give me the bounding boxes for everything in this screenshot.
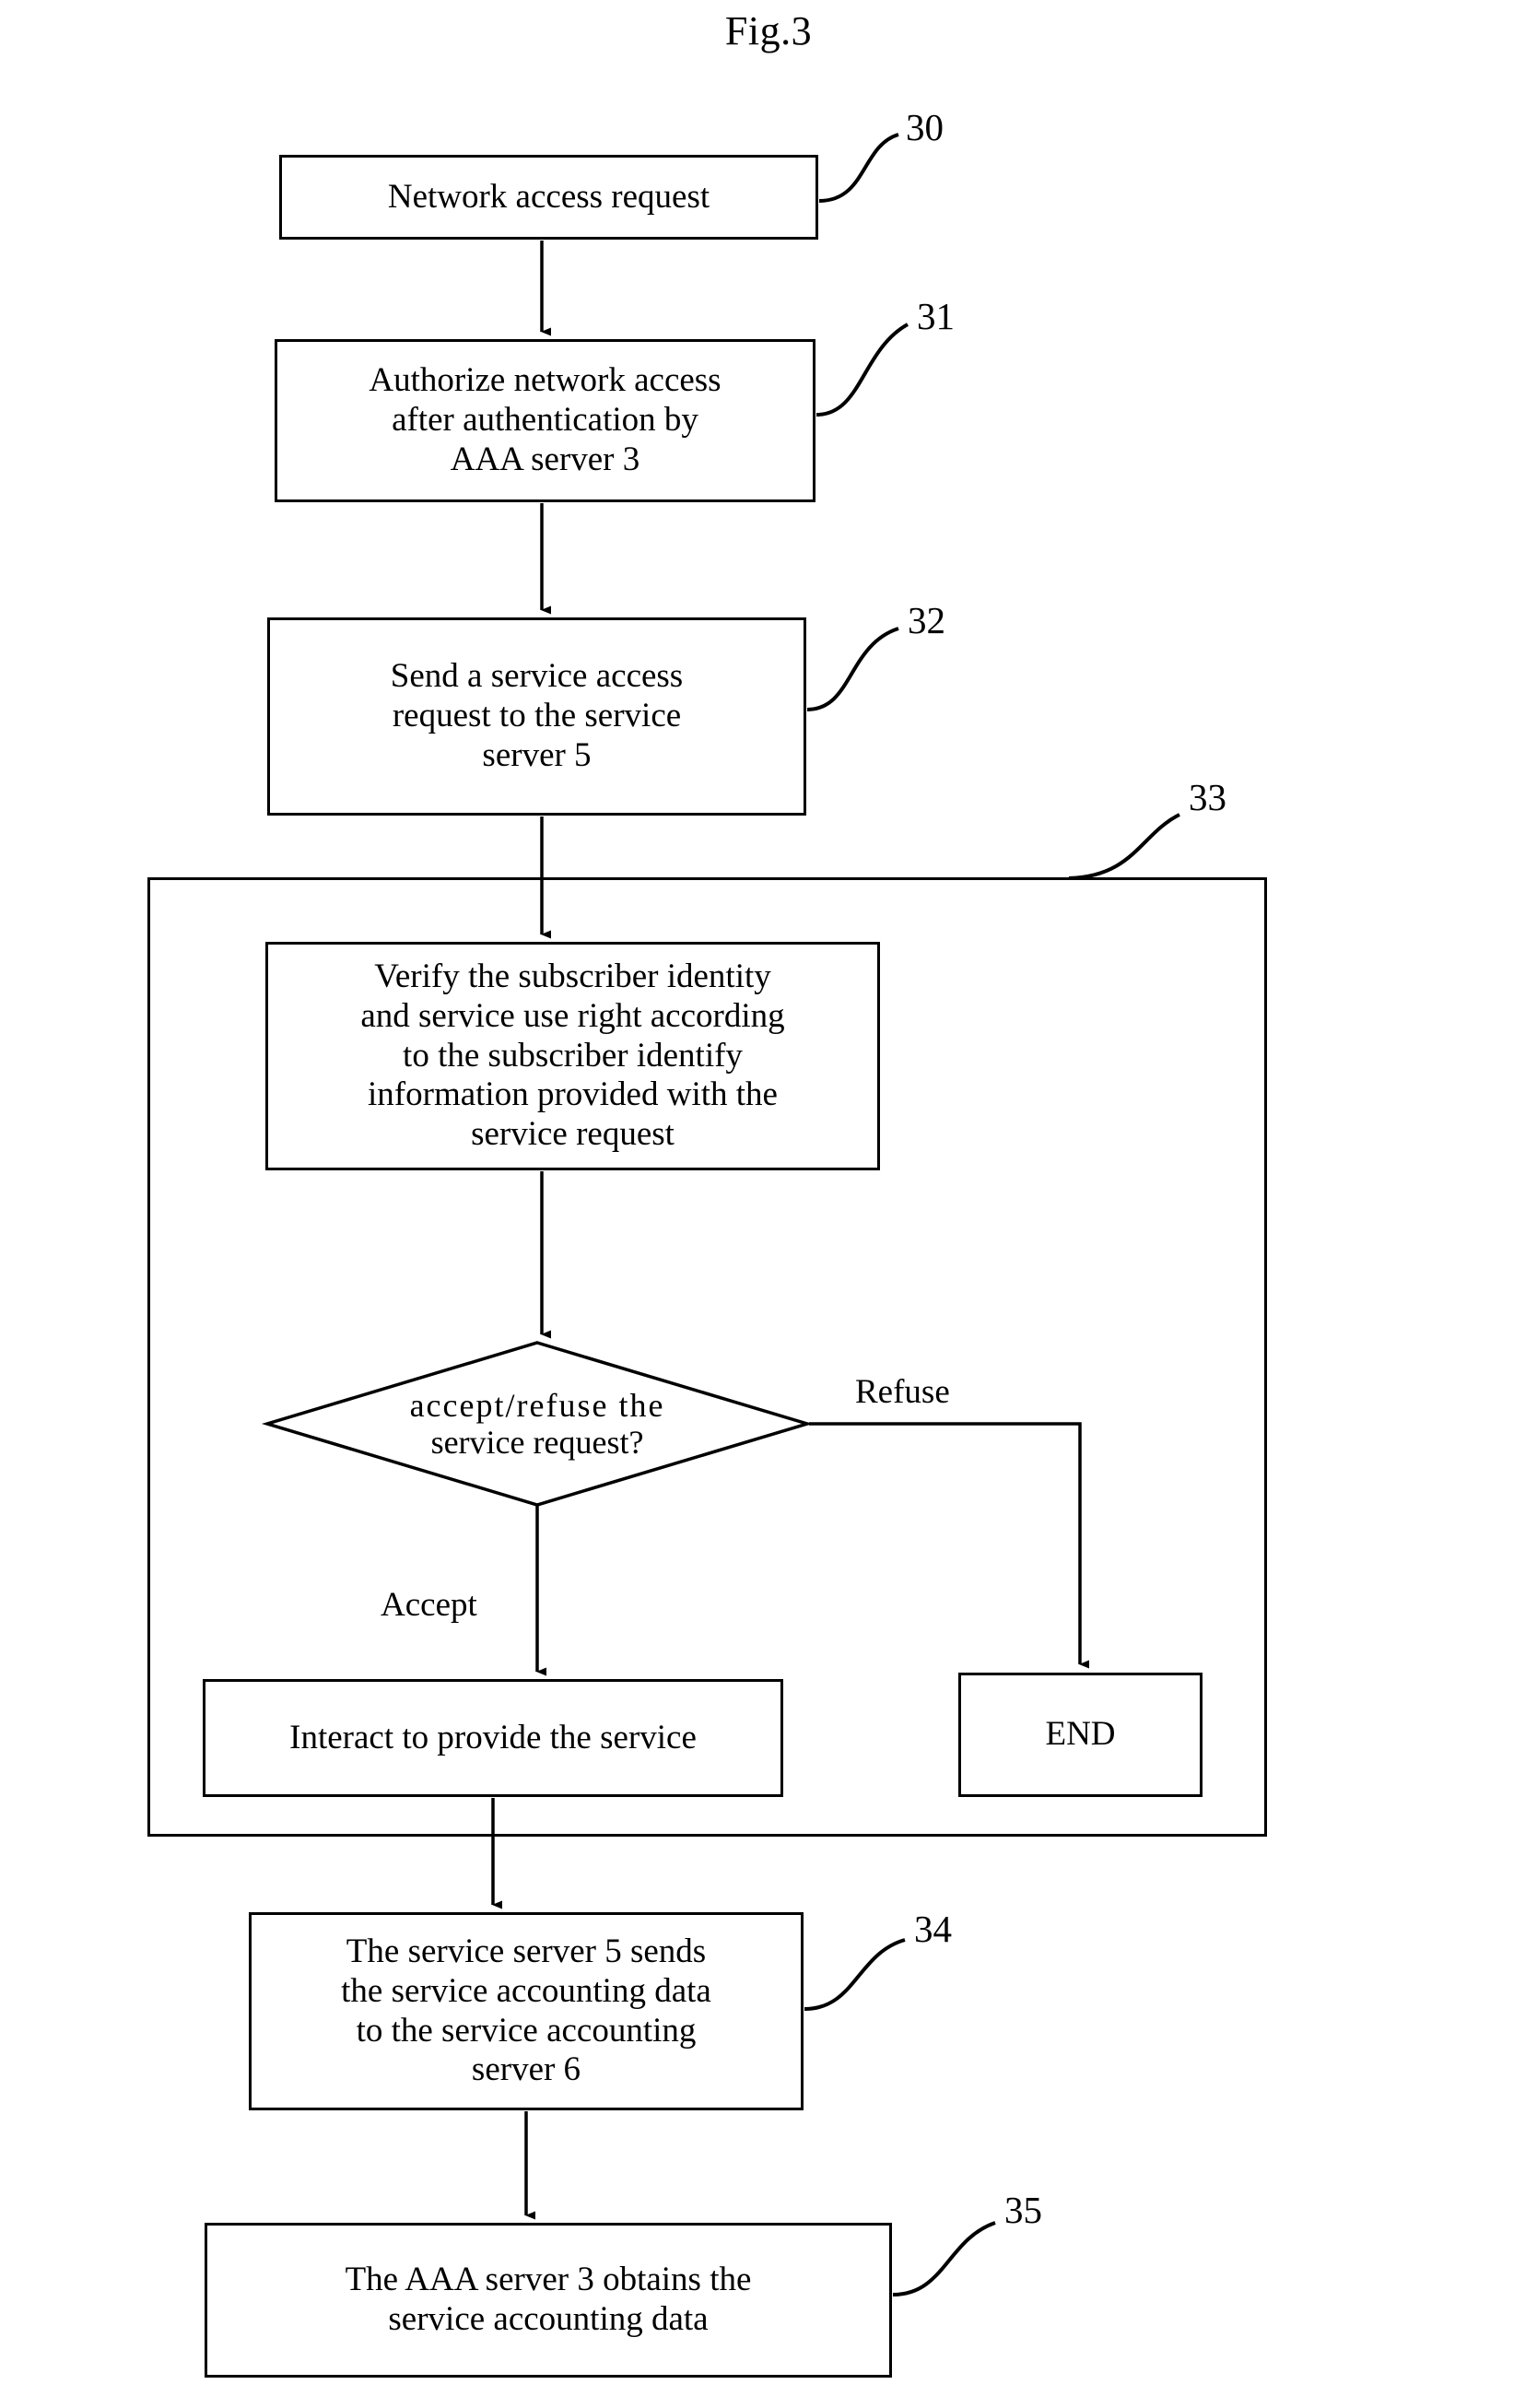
node-line: service request: [471, 1115, 675, 1154]
node-network-access-request: Network access request: [279, 155, 818, 240]
reference-numeral-35: 35: [1004, 2189, 1042, 2231]
node-line: to the subscriber identify: [403, 1036, 743, 1075]
leader-line-31: [815, 323, 909, 417]
node-line: Authorize network access: [369, 361, 722, 400]
reference-numeral-31: 31: [917, 295, 955, 337]
node-line: Interact to provide the service: [289, 1718, 697, 1756]
node-line: and service use right according: [360, 996, 785, 1035]
reference-numeral-34: 34: [914, 1908, 952, 1950]
leader-line-33: [1068, 813, 1180, 880]
node-line: the service accounting data: [341, 1971, 711, 2010]
reference-numeral-32: 32: [908, 599, 945, 641]
node-obtain-accounting-data: The AAA server 3 obtains the service acc…: [205, 2223, 892, 2378]
node-line: after authentication by: [392, 401, 698, 440]
reference-numeral-30: 30: [906, 106, 944, 148]
leader-line-30: [818, 133, 899, 203]
node-end: END: [958, 1673, 1203, 1797]
leader-line-35: [892, 2221, 996, 2296]
figure-title: Fig.3: [724, 8, 813, 53]
node-line: to the service accounting: [356, 2011, 697, 2050]
node-line: server 6: [471, 2050, 581, 2089]
decision-accept-refuse-service-request: accept/refuse the service request?: [261, 1341, 814, 1507]
node-authorize-network-access: Authorize network access after authentic…: [275, 339, 815, 502]
node-send-accounting-data: The service server 5 sends the service a…: [249, 1912, 804, 2110]
figure-page: Fig.3 Network access request Authorize n…: [0, 0, 1537, 2408]
branch-label-refuse: Refuse: [855, 1373, 950, 1411]
node-send-service-access-request: Send a service access request to the ser…: [267, 617, 806, 816]
node-line: AAA server 3: [450, 440, 640, 478]
node-verify-subscriber-identity: Verify the subscriber identity and servi…: [265, 942, 880, 1170]
node-line: The service server 5 sends: [346, 1932, 707, 1970]
decision-line: accept/refuse the: [409, 1386, 665, 1424]
node-line: Send a service access: [390, 657, 684, 696]
leader-line-32: [806, 627, 899, 711]
node-line: server 5: [482, 735, 592, 774]
node-interact-provide-service: Interact to provide the service: [203, 1679, 783, 1797]
leader-line-34: [804, 1938, 906, 2011]
branch-label-accept: Accept: [381, 1586, 477, 1624]
node-line: service accounting data: [388, 2300, 709, 2338]
node-line: The AAA server 3 obtains the: [345, 2261, 752, 2299]
reference-numeral-33: 33: [1189, 776, 1226, 818]
node-line: END: [1045, 1715, 1116, 1754]
node-line: information provided with the: [368, 1075, 778, 1114]
node-line: Verify the subscriber identity: [374, 957, 771, 995]
node-line: request to the service: [392, 697, 682, 735]
node-line: Network access request: [387, 177, 710, 216]
decision-line: service request?: [430, 1424, 644, 1461]
